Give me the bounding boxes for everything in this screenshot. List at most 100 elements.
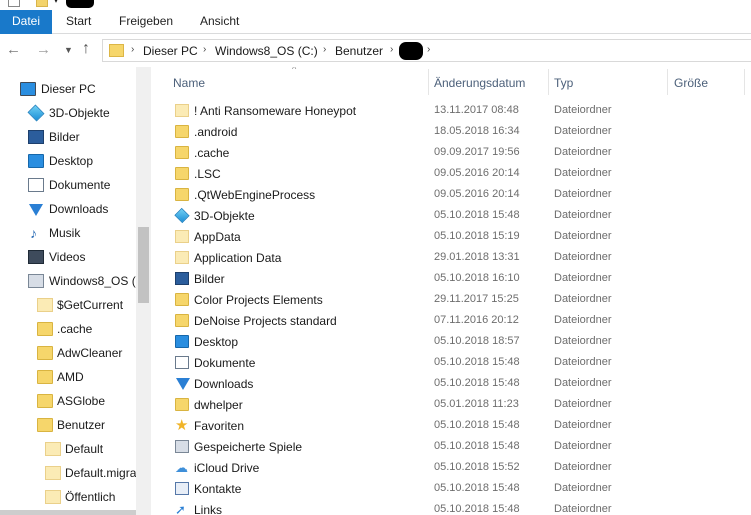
file-name: Color Projects Elements xyxy=(194,293,323,307)
music-icon: ♪ xyxy=(30,225,37,241)
nav-item-pictures[interactable]: Bilder xyxy=(0,125,136,149)
file-type: Dateiordner xyxy=(554,377,612,389)
nav-item-users[interactable]: Benutzer xyxy=(0,413,136,437)
breadcrumb-chevron-icon[interactable]: › xyxy=(323,44,326,55)
column-divider[interactable] xyxy=(744,69,745,95)
address-bar[interactable]: › Dieser PC › Windows8_OS (C:) › Benutze… xyxy=(102,39,751,62)
3d-objects-icon xyxy=(174,207,190,224)
column-header-name[interactable]: ^ Name xyxy=(166,67,428,97)
file-type: Dateiordner xyxy=(554,356,612,368)
file-row[interactable]: DeNoise Projects standard 07.11.2016 20:1… xyxy=(166,310,751,331)
file-name: Gespeicherte Spiele xyxy=(194,440,303,454)
back-arrow-icon[interactable]: ← xyxy=(6,41,21,58)
nav-item-adwcleaner[interactable]: AdwCleaner xyxy=(0,341,136,365)
file-row[interactable]: dwhelper 05.01.2018 11:23 Dateiordner xyxy=(166,394,751,415)
breadcrumb-chevron-icon[interactable]: › xyxy=(203,44,206,55)
file-type: Dateiordner xyxy=(554,125,612,137)
file-row[interactable]: 3D-Objekte 05.10.2018 15:48 Dateiordner xyxy=(166,205,751,226)
file-row[interactable]: Gespeicherte Spiele 05.10.2018 15:48 Datei… xyxy=(166,436,751,457)
nav-pane-scrollbar[interactable] xyxy=(136,67,151,515)
recent-locations-chevron-icon[interactable]: ▼ xyxy=(64,45,73,55)
file-row[interactable]: ! Anti Ransomeware Honeypot 13.11.2017 08… xyxy=(166,100,751,121)
nav-item-drive-c[interactable]: Windows8_OS (C xyxy=(0,269,136,293)
file-row[interactable]: Kontakte 05.10.2018 15:48 Dateiordner xyxy=(166,478,751,499)
file-row[interactable]: Downloads 05.10.2018 15:48 Dateiordner xyxy=(166,373,751,394)
column-header-label: Änderungsdatum xyxy=(434,76,526,90)
file-row[interactable]: AppData 05.10.2018 15:19 Dateiordner xyxy=(166,226,751,247)
nav-item-default-migrated[interactable]: Default.migra xyxy=(0,461,136,485)
scrollbar-thumb[interactable] xyxy=(138,227,149,303)
breadcrumb-chevron-icon[interactable]: › xyxy=(131,44,134,55)
breadcrumb-drive[interactable]: Windows8_OS (C:) xyxy=(215,44,318,58)
nav-item-label: Desktop xyxy=(49,154,94,168)
column-header-type[interactable]: Typ xyxy=(548,67,667,97)
nav-item-asglobe[interactable]: ASGlobe xyxy=(0,389,136,413)
file-row[interactable]: Color Projects Elements 29.11.2017 15:25 D… xyxy=(166,289,751,310)
nav-item-downloads[interactable]: Downloads xyxy=(0,197,136,221)
downloads-icon xyxy=(176,378,190,390)
quick-access-dropdown-icon[interactable]: ▾ xyxy=(54,0,58,5)
nav-item-documents[interactable]: Dokumente xyxy=(0,173,136,197)
folder-icon xyxy=(175,125,189,138)
3d-objects-icon xyxy=(27,104,45,122)
nav-item-getcurrent[interactable]: $GetCurrent xyxy=(0,293,136,317)
pictures-icon xyxy=(28,130,44,144)
nav-item-label: Dokumente xyxy=(49,178,111,192)
downloads-icon xyxy=(29,204,43,216)
nav-item-cache[interactable]: .cache xyxy=(0,317,136,341)
nav-item-videos[interactable]: Videos xyxy=(0,245,136,269)
file-name: ! Anti Ransomeware Honeypot xyxy=(194,104,357,118)
column-header-date[interactable]: Änderungsdatum xyxy=(428,67,548,97)
nav-item-music[interactable]: ♪ Musik xyxy=(0,221,136,245)
column-header-size[interactable]: Größe xyxy=(667,67,751,97)
breadcrumb-chevron-icon[interactable]: › xyxy=(390,44,393,55)
redacted-title xyxy=(66,0,94,8)
nav-item-public[interactable]: Öffentlich xyxy=(0,485,136,509)
nav-item-label: Default xyxy=(65,442,104,456)
folder-icon xyxy=(45,490,61,504)
breadcrumb-users[interactable]: Benutzer xyxy=(335,44,383,58)
file-row[interactable]: ☁ iCloud Drive 05.10.2018 15:52 Dateiordner xyxy=(166,457,751,478)
up-arrow-icon[interactable]: ↑ xyxy=(82,40,90,58)
breadcrumb-chevron-icon[interactable]: › xyxy=(427,44,430,55)
tab-start[interactable]: Start xyxy=(66,10,91,34)
folder-icon xyxy=(175,167,189,180)
nav-item-desktop[interactable]: Desktop xyxy=(0,149,136,173)
nav-item-default[interactable]: Default xyxy=(0,437,136,461)
file-row[interactable]: .cache 09.09.2017 19:56 Dateiordner xyxy=(166,142,751,163)
redacted-username xyxy=(399,42,423,60)
pictures-icon xyxy=(175,272,189,285)
tab-share[interactable]: Freigeben xyxy=(119,10,173,34)
nav-item-amd[interactable]: AMD xyxy=(0,365,136,389)
nav-item-label: ASGlobe xyxy=(57,394,106,408)
file-row[interactable]: Desktop 05.10.2018 18:57 Dateiordner xyxy=(166,331,751,352)
nav-item-this-pc[interactable]: Dieser PC xyxy=(0,77,136,101)
file-row[interactable]: ➚ Links 05.10.2018 15:48 Dateiordner xyxy=(166,499,751,515)
nav-item-label: Downloads xyxy=(49,202,109,216)
file-row[interactable]: .QtWebEngineProcess 09.05.2016 20:14 Datei… xyxy=(166,184,751,205)
file-row[interactable]: Dokumente 05.10.2018 15:48 Dateiordner xyxy=(166,352,751,373)
file-row[interactable]: ★ Favoriten 05.10.2018 15:48 Dateiordner xyxy=(166,415,751,436)
nav-item-3d-objects[interactable]: 3D-Objekte xyxy=(0,101,136,125)
file-name: dwhelper xyxy=(194,398,243,412)
file-name: .cache xyxy=(194,146,230,160)
file-row[interactable]: Application Data 29.01.2018 13:31 Dateiord… xyxy=(166,247,751,268)
nav-item-label: Benutzer xyxy=(57,418,106,432)
properties-icon[interactable] xyxy=(8,0,20,7)
contacts-icon xyxy=(175,482,189,495)
file-row[interactable]: Bilder 05.10.2018 16:10 Dateiordner xyxy=(166,268,751,289)
tab-view[interactable]: Ansicht xyxy=(200,10,239,34)
forward-arrow-icon[interactable]: → xyxy=(36,41,51,58)
tab-file[interactable]: Datei xyxy=(0,10,52,34)
breadcrumb-this-pc[interactable]: Dieser PC xyxy=(143,44,198,58)
file-row[interactable]: .android 18.05.2018 16:34 Dateiordner xyxy=(166,121,751,142)
folder-icon xyxy=(37,394,53,408)
file-type: Dateiordner xyxy=(554,335,612,347)
drive-icon xyxy=(28,274,44,288)
new-folder-icon[interactable] xyxy=(36,0,48,7)
nav-item-label: .cache xyxy=(57,322,93,336)
file-type: Dateiordner xyxy=(554,398,612,410)
file-row[interactable]: .LSC 09.05.2016 20:14 Dateiordner xyxy=(166,163,751,184)
nav-item-label: $GetCurrent xyxy=(57,298,124,312)
nav-item-label: Dieser PC xyxy=(41,82,96,96)
